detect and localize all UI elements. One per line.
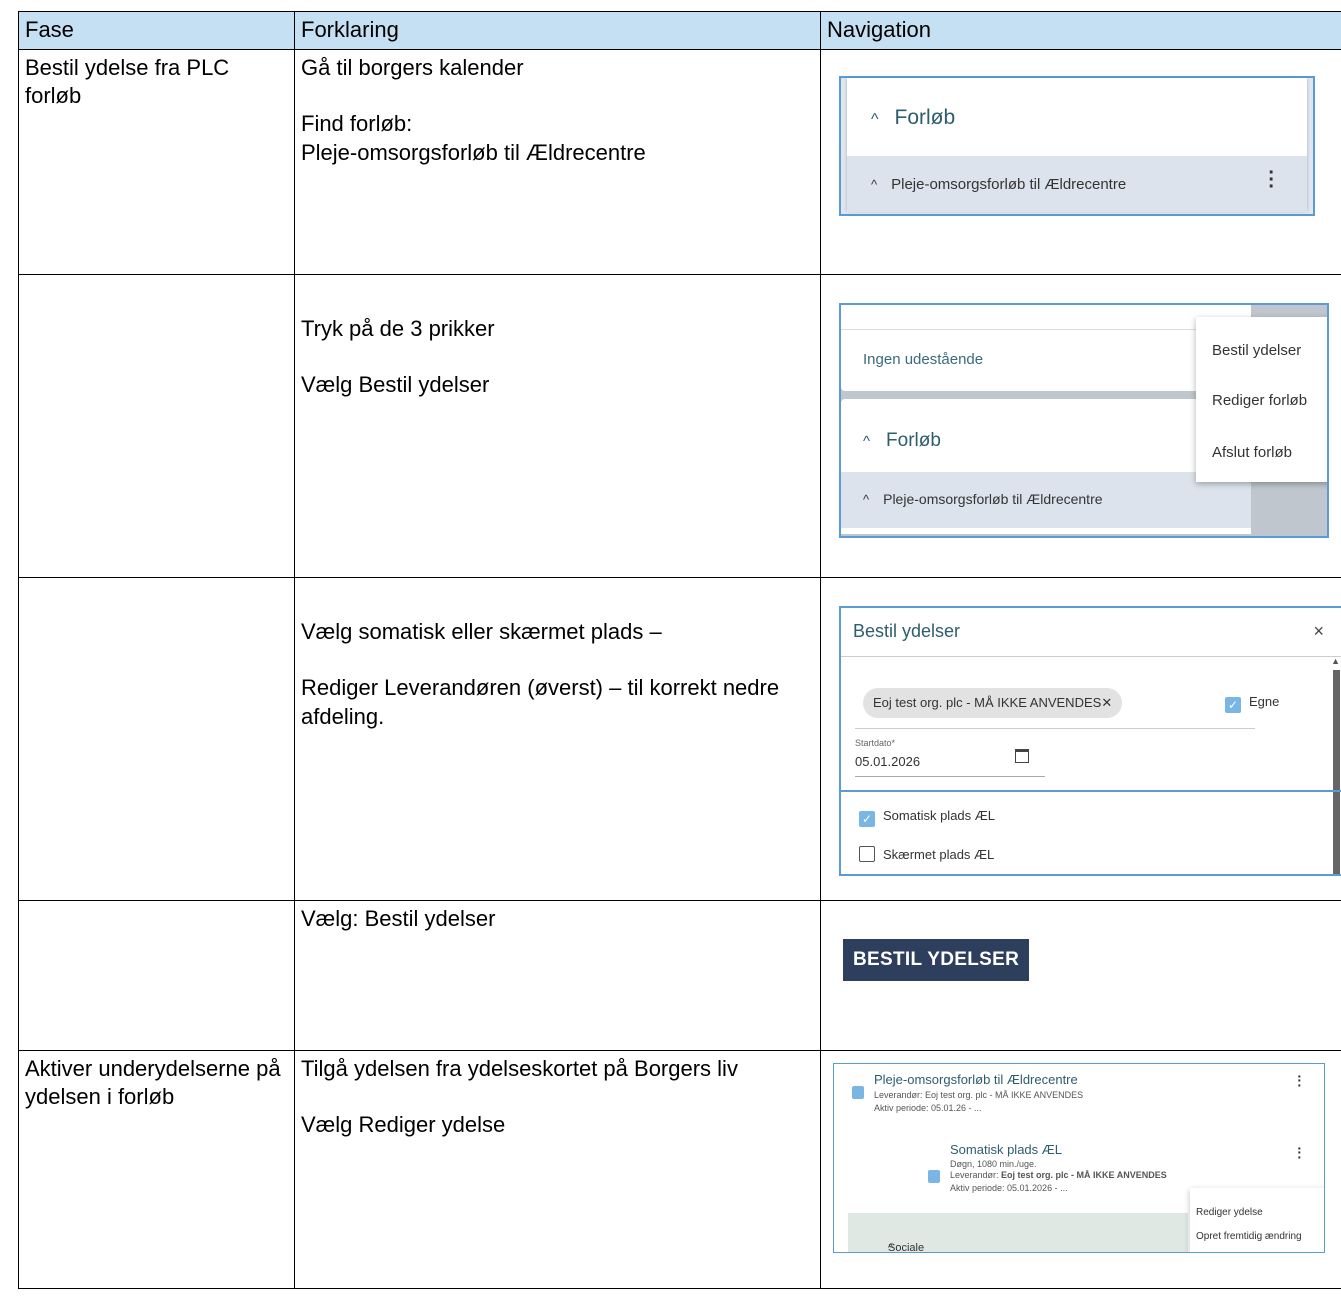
service-supplier-name: Eoj test org. plc - MÅ IKKE ANVENDES bbox=[1001, 1169, 1167, 1180]
bestil-ydelser-button[interactable]: BESTIL YDELSER bbox=[843, 938, 1030, 982]
service-meta: Døgn, 1080 min./uge. bbox=[950, 1158, 1037, 1169]
explanation-cell: Gå til borgers kalender Find forløb: Ple… bbox=[294, 48, 821, 275]
course-supplier: Leverandør: Eoj test org. plc - MÅ IKKE … bbox=[874, 1089, 1084, 1100]
header-navigation: Navigation bbox=[820, 11, 1341, 50]
phase-cell bbox=[18, 273, 295, 578]
header-forklaring: Forklaring bbox=[294, 11, 821, 50]
navigation-cell: BESTIL YDELSER bbox=[820, 899, 1341, 1051]
course-name: Pleje-omsorgsforløb til Ældrecentre bbox=[891, 175, 1127, 193]
course-menu: Bestil ydelser Rediger forløb Afslut for… bbox=[1196, 316, 1327, 482]
checkbox-checked-icon: ✓ bbox=[859, 810, 875, 827]
chevron-up-icon: ^ bbox=[863, 432, 871, 450]
course-heading: Forløb bbox=[894, 105, 956, 129]
remove-icon[interactable]: ✕ bbox=[1101, 695, 1112, 710]
own-label: Egne bbox=[1249, 693, 1280, 709]
supplier-name: Eoj test org. plc - MÅ IKKE ANVENDES bbox=[873, 694, 1102, 710]
navigation-cell: Pleje-omsorgsforløb til Ældrecentre Leve… bbox=[820, 1049, 1341, 1289]
course-header[interactable]: ^ Forløb bbox=[863, 429, 941, 454]
checkbox-checked-icon: ✓ bbox=[1225, 696, 1241, 713]
table-row: Tryk på de 3 prikker Vælg Bestil ydelser… bbox=[18, 273, 1341, 578]
table-row: Aktiver underydelserne på ydelsen i forl… bbox=[18, 1049, 1341, 1289]
service-period: Aktiv periode: 05.01.2026 - ... bbox=[950, 1182, 1068, 1193]
more-options-icon[interactable]: · · · bbox=[1268, 163, 1275, 197]
table-row: Vælg: Bestil ydelser BESTIL YDELSER bbox=[18, 899, 1341, 1051]
service-card-screenshot: Pleje-omsorgsforløb til Ældrecentre Leve… bbox=[833, 1062, 1325, 1253]
scroll-up-icon[interactable]: ▲ bbox=[1331, 656, 1340, 668]
service-icon bbox=[852, 1085, 864, 1099]
checkbox-unchecked-icon bbox=[859, 845, 875, 862]
more-options-icon[interactable]: · · · bbox=[1297, 1069, 1302, 1092]
navigation-cell: Bestil ydelser × ▲ Eoj test org. plc - M… bbox=[820, 576, 1341, 901]
explanation-line: Vælg somatisk eller skærmet plads – bbox=[301, 618, 662, 644]
explanation-cell: Vælg somatisk eller skærmet plads – Redi… bbox=[294, 576, 821, 901]
option-label: Somatisk plads ÆL bbox=[883, 807, 995, 823]
navigation-cell: Ingen udestående ^ Forløb ^ Pleje-omsorgsf… bbox=[820, 273, 1341, 578]
service-supplier: Leverandør: Eoj test org. plc - MÅ IKKE … bbox=[950, 1170, 1167, 1182]
explanation-line: Find forløb: bbox=[301, 111, 413, 137]
option-skaermet[interactable]: Skærmet plads ÆL bbox=[859, 845, 995, 864]
menu-screenshot: Ingen udestående ^ Forløb ^ Pleje-omsorgsf… bbox=[839, 302, 1329, 538]
explanation-cell: Tilgå ydelsen fra ydelseskortet på Borge… bbox=[294, 1049, 821, 1289]
menu-item-afslut-forloeb[interactable]: Afslut forløb bbox=[1212, 443, 1292, 463]
phase-cell: Aktiver underydelserne på ydelsen i forl… bbox=[18, 1049, 295, 1289]
menu-item-opret-fremtidig-aendring[interactable]: Opret fremtidig ændring bbox=[1196, 1230, 1302, 1243]
explanation-line: Rediger Leverandøren (øverst) – til korr… bbox=[301, 675, 780, 729]
social-label: Sociale sagstyper bbox=[888, 1241, 925, 1253]
course-name: Pleje-omsorgsforløb til Ældrecentre bbox=[883, 490, 1103, 507]
explanation-line: Tryk på de 3 prikker bbox=[301, 315, 495, 341]
service-icon bbox=[928, 1169, 940, 1183]
course-screenshot: ^ Forløb ^ Pleje-omsorgsforløb til Ældrece… bbox=[839, 75, 1315, 216]
course-header[interactable]: ^ Forløb bbox=[871, 104, 955, 131]
options-frame: ✓ Somatisk plads ÆL Skærmet plads ÆL bbox=[841, 789, 1341, 874]
supplier-chip[interactable]: Eoj test org. plc - MÅ IKKE ANVENDES✕ bbox=[863, 687, 1123, 718]
option-somatisk[interactable]: ✓ Somatisk plads ÆL bbox=[859, 808, 995, 827]
chevron-up-icon: ^ bbox=[871, 110, 879, 128]
service-supplier-label: Leverandør: bbox=[950, 1169, 999, 1180]
course-period: Aktiv periode: 05.01.26 - ... bbox=[874, 1102, 982, 1113]
explanation-line: Pleje-omsorgsforløb til Ældrecentre bbox=[301, 139, 646, 165]
phase-cell bbox=[18, 899, 295, 1051]
own-checkbox[interactable]: ✓ Egne bbox=[1225, 694, 1279, 713]
navigation-cell: ^ Forløb ^ Pleje-omsorgsforløb til Ældrece… bbox=[820, 48, 1341, 275]
chevron-up-icon: ^ bbox=[871, 176, 878, 192]
explanation-cell: Vælg: Bestil ydelser bbox=[294, 899, 821, 1051]
instruction-table: Fase Forklaring Navigation Bestil ydelse… bbox=[18, 11, 1341, 1289]
social-case-types[interactable]: ^ Sociale sagstyper bbox=[848, 1212, 1188, 1253]
close-icon[interactable]: × bbox=[1313, 620, 1324, 643]
service-menu: Rediger ydelse Opret fremtidig ændring bbox=[1190, 1187, 1324, 1252]
explanation-line: Tilgå ydelsen fra ydelseskortet på Borge… bbox=[301, 1055, 738, 1081]
explanation-line: Gå til borgers kalender bbox=[301, 54, 524, 80]
dialog-title: Bestil ydelser bbox=[853, 620, 961, 641]
course-item[interactable]: ^ Pleje-omsorgsforløb til Ældrecentre bbox=[841, 471, 1251, 528]
explanation-line: Vælg: Bestil ydelser bbox=[301, 905, 496, 931]
start-date-value[interactable]: 05.01.2026 bbox=[855, 754, 920, 771]
course-card: ^ Forløb ^ Pleje-omsorgsforløb til Ældrece… bbox=[847, 77, 1307, 212]
table-row: Bestil ydelse fra PLC forløb Gå til borg… bbox=[18, 48, 1341, 275]
explanation-cell: Tryk på de 3 prikker Vælg Bestil ydelser bbox=[294, 273, 821, 578]
course-heading: Forløb bbox=[886, 429, 941, 451]
header-fase: Fase bbox=[18, 11, 295, 50]
start-date-label: Startdato* bbox=[855, 737, 896, 748]
menu-item-rediger-ydelse[interactable]: Rediger ydelse bbox=[1196, 1206, 1263, 1219]
pending-card: Ingen udestående bbox=[841, 304, 1251, 391]
course-item[interactable]: ^ Pleje-omsorgsforløb til Ældrecentre · · · bbox=[847, 155, 1307, 212]
menu-item-rediger-forloeb[interactable]: Rediger forløb bbox=[1212, 391, 1307, 411]
option-label: Skærmet plads ÆL bbox=[883, 846, 995, 862]
header-row: Fase Forklaring Navigation bbox=[18, 11, 1341, 50]
table-row: Vælg somatisk eller skærmet plads – Redi… bbox=[18, 576, 1341, 901]
phase-cell: Bestil ydelse fra PLC forløb bbox=[18, 48, 295, 275]
more-options-icon[interactable]: · · · bbox=[1297, 1141, 1302, 1164]
phase-cell bbox=[18, 576, 295, 901]
service-name[interactable]: Somatisk plads ÆL bbox=[950, 1142, 1062, 1159]
menu-item-bestil-ydelser[interactable]: Bestil ydelser bbox=[1212, 341, 1301, 361]
chevron-up-icon: ^ bbox=[863, 491, 870, 507]
calendar-icon[interactable] bbox=[1015, 748, 1029, 763]
course-name[interactable]: Pleje-omsorgsforløb til Ældrecentre bbox=[874, 1072, 1078, 1089]
explanation-line: Vælg Rediger ydelse bbox=[301, 1112, 506, 1138]
pending-label: Ingen udestående bbox=[863, 350, 984, 368]
course-card: ^ Forløb ^ Pleje-omsorgsforløb til Ældrece… bbox=[841, 398, 1251, 534]
order-dialog-screenshot: Bestil ydelser × ▲ Eoj test org. plc - M… bbox=[839, 605, 1341, 876]
explanation-line: Vælg Bestil ydelser bbox=[301, 372, 490, 398]
